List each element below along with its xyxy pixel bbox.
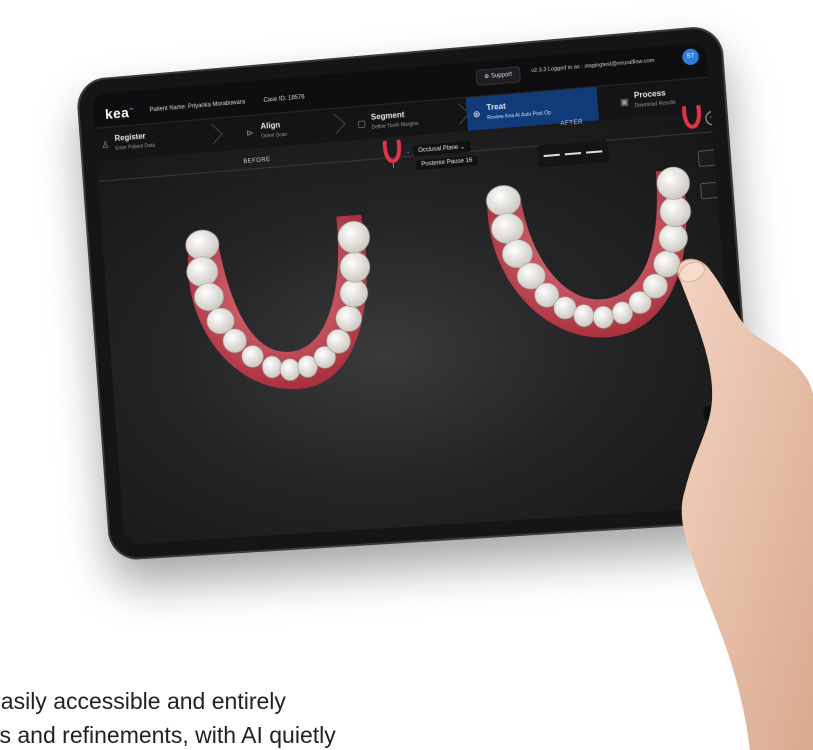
step-subtitle: Define Tooth Margins [371,120,419,131]
before-arch-model[interactable] [168,183,399,407]
treat-icon: ⊛ [472,108,481,120]
step-subtitle: Enter Patient Data [115,142,156,152]
patient-name: Patient Name: Priyanka Morabowara [149,99,246,114]
step-title: Register [114,131,146,143]
caption-line: easily accessible and entirely [0,688,286,714]
add-icon[interactable]: + [704,110,721,126]
case-id: Case ID: 18576 [263,94,305,104]
process-icon: ▣ [619,96,630,108]
chevron-down-icon: ⌄ [459,144,466,151]
step-title: Process [633,88,666,101]
arch-toggle-icon[interactable] [381,138,405,170]
stage: kea™ Patient Name: Priyanka Morabowara C… [0,0,813,750]
step-subtitle: Orient Scan [261,131,288,140]
step-title: Segment [370,110,405,122]
step-subtitle: Review Kea AI Auto Post Op [487,110,552,122]
step-title: Align [260,120,281,131]
after-arch-icon[interactable] [680,104,705,136]
posterior-pause-field[interactable]: Posterior Pause 16 [415,155,478,171]
caption-line: ys and refinements, with AI quietly [0,722,336,748]
arrow-right-icon: → [403,148,411,157]
align-icon: ⊳ [245,127,254,139]
hand-image [677,258,813,750]
step-title: Treat [486,101,507,113]
step-subtitle: Download Results [634,99,677,110]
login-status: v2.3.3 Logged in as : stagingtest@neural… [531,57,655,75]
support-button[interactable]: ⊕ Support [475,66,521,86]
app-logo: kea™ [104,104,135,122]
person-icon: ♙ [101,139,110,150]
caption-text: easily accessible and entirely ys and re… [0,684,336,750]
avatar[interactable]: ST [681,48,700,66]
segment-icon: ▢ [357,118,367,129]
